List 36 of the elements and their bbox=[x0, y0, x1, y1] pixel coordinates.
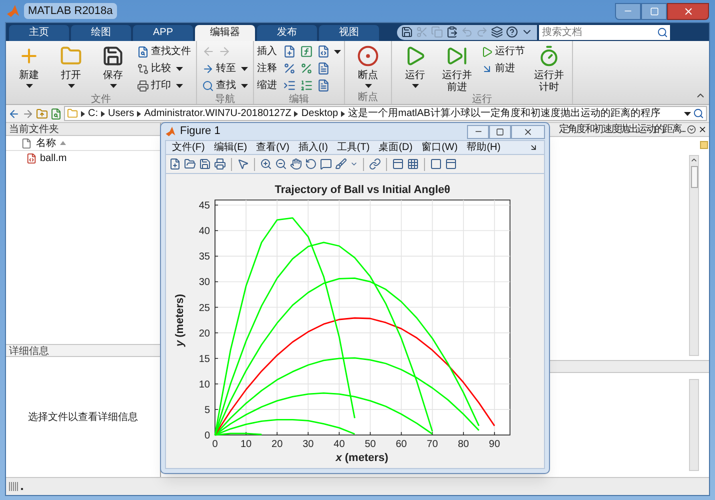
tick-label: 0 bbox=[212, 439, 218, 450]
group-label: 编辑 bbox=[288, 94, 310, 106]
panel-title: 当前文件夹 bbox=[6, 123, 160, 136]
tick-label: 25 bbox=[198, 302, 210, 314]
group-label: 文件 bbox=[90, 94, 112, 106]
tick-label: 80 bbox=[458, 439, 469, 450]
tick-label: 40 bbox=[198, 226, 210, 238]
details-message: 选择文件以查看详细信息 bbox=[28, 410, 138, 424]
tick-label: 0 bbox=[204, 430, 210, 442]
tick-label: 10 bbox=[198, 379, 210, 390]
tick-label: 5 bbox=[204, 404, 210, 416]
group-label: 断点 bbox=[357, 92, 379, 104]
y-axis-label: y (meters) bbox=[172, 292, 187, 349]
group-label: 运行 bbox=[471, 94, 493, 106]
x-axis-label: x (meters) bbox=[334, 451, 390, 466]
tick-label: 50 bbox=[364, 439, 376, 450]
tick-label: 30 bbox=[198, 277, 210, 288]
tick-label: 30 bbox=[302, 439, 314, 450]
tick-label: 20 bbox=[198, 328, 210, 340]
tick-label: 40 bbox=[334, 439, 345, 450]
ribbon-label: 注释 bbox=[257, 62, 278, 76]
ribbon-label: 插入 bbox=[257, 44, 278, 59]
window-title: MATLAB R2018a bbox=[24, 2, 117, 20]
tick-label: 90 bbox=[488, 439, 500, 450]
ribbon-label: 缩进 bbox=[257, 78, 278, 93]
tick-label: 45 bbox=[198, 200, 210, 212]
group-label: 导航 bbox=[214, 94, 236, 106]
chart-title: Trajectory of Ball vs Initial Angleθ bbox=[274, 183, 452, 198]
tick-label: 60 bbox=[396, 439, 407, 450]
tick-label: 35 bbox=[198, 252, 210, 263]
panel-title: 详细信息 bbox=[6, 344, 160, 357]
tick-label: 15 bbox=[198, 354, 210, 365]
figure-title: Figure 1 bbox=[180, 124, 220, 140]
tick-label: 10 bbox=[240, 439, 252, 450]
tick-label: 70 bbox=[426, 439, 438, 450]
tick-label: 20 bbox=[272, 439, 283, 450]
